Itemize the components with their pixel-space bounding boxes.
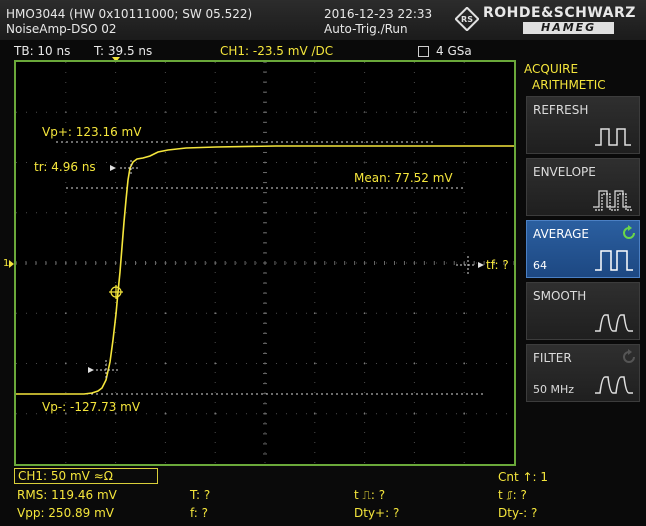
rotate-disabled-icon	[623, 349, 635, 363]
menu-average-button[interactable]: AVERAGE 64	[526, 220, 640, 278]
refresh-waveform-icon	[595, 128, 631, 146]
brand-sub: HAMEG	[523, 22, 615, 34]
envelope-label: ENVELOPE	[533, 165, 596, 179]
status-bar: TB: 10 ns T: 39.5 ns CH1: -23.5 mV ∕DC 4…	[0, 42, 515, 62]
average-label: AVERAGE	[533, 227, 589, 241]
pos-width-value: t ⎍: ?	[354, 488, 386, 502]
frequency-value: f: ?	[190, 506, 209, 520]
setup-name: NoiseAmp-DSO 02	[6, 22, 117, 36]
ch1-offset-marker[interactable]: 1	[3, 258, 14, 270]
ch1-setting: CH1: 50 mV ≈Ω	[18, 469, 113, 483]
envelope-waveform-icon	[593, 190, 633, 211]
title-bar: HMO3044 (HW 0x10111000; SW 05.522) Noise…	[0, 0, 646, 40]
brand-name: ROHDE&SCHWARZ	[483, 5, 636, 21]
fall-time-label: tf: ?	[486, 258, 509, 272]
filter-waveform-icon	[595, 376, 633, 394]
waveform-display[interactable]: Vp+: 123.16 mV tr: 4.96 ns Mean: 77.52 m…	[14, 60, 516, 466]
acquire-menu: ACQUIRE ARITHMETIC REFRESH ENVELOPE AVER…	[520, 58, 646, 526]
smooth-label: SMOOTH	[533, 289, 587, 303]
rotate-icon	[623, 225, 635, 239]
measurement-panel: CH1: 50 mV ≈Ω RMS: 119.46 mV Vpp: 250.89…	[0, 466, 548, 526]
ch1-setting-box[interactable]: CH1: 50 mV ≈Ω	[14, 468, 158, 484]
rs-diamond-icon: RS	[455, 7, 479, 31]
brand-logo: RS ROHDE&SCHWARZ HAMEG	[455, 4, 645, 38]
rise-start-arrow	[110, 165, 116, 171]
rise-time-label: tr: 4.96 ns	[34, 160, 96, 174]
period-value: T: ?	[190, 488, 211, 502]
menu-envelope-button[interactable]: ENVELOPE	[526, 158, 640, 216]
menu-title: ACQUIRE	[524, 62, 579, 76]
smooth-waveform-icon	[595, 314, 633, 332]
mean-label: Mean: 77.52 mV	[354, 171, 453, 185]
filter-label: FILTER	[533, 351, 572, 365]
average-waveform-icon	[595, 250, 633, 271]
ch1-trigger-level[interactable]: CH1: -23.5 mV ∕DC	[220, 44, 333, 58]
ch1-marker-arrow-icon	[9, 260, 14, 268]
rise-end-arrow	[88, 367, 94, 373]
average-count: 64	[533, 259, 547, 272]
menu-smooth-button[interactable]: SMOOTH	[526, 282, 640, 340]
memory-icon	[418, 46, 429, 57]
duty-pos-value: Dty+: ?	[354, 506, 400, 520]
date-time: 2016-12-23 22:33	[324, 7, 433, 21]
device-model: HMO3044 (HW 0x10111000; SW 05.522)	[6, 7, 253, 21]
svg-text:RS: RS	[461, 15, 473, 24]
trigger-position[interactable]: T: 39.5 ns	[94, 44, 152, 58]
count-value: Cnt ↑: 1	[498, 470, 549, 484]
duty-neg-value: Dty-: ?	[498, 506, 538, 520]
filter-bandwidth: 50 MHz	[533, 383, 575, 396]
vp-minus-label: Vp-: -127.73 mV	[42, 400, 141, 414]
vpp-value: Vpp: 250.89 mV	[17, 506, 115, 520]
menu-subtitle: ARITHMETIC	[532, 78, 606, 92]
timebase[interactable]: TB: 10 ns	[14, 44, 70, 58]
refresh-label: REFRESH	[533, 103, 589, 117]
neg-width-value: t ⎎: ?	[498, 488, 527, 502]
trigger-mode: Auto-Trig./Run	[324, 22, 408, 36]
sample-rate: 4 GSa	[436, 44, 472, 58]
rms-value: RMS: 119.46 mV	[17, 488, 117, 502]
menu-refresh-button[interactable]: REFRESH	[526, 96, 640, 154]
menu-filter-button[interactable]: FILTER 50 MHz	[526, 344, 640, 402]
vp-plus-label: Vp+: 123.16 mV	[42, 125, 142, 139]
